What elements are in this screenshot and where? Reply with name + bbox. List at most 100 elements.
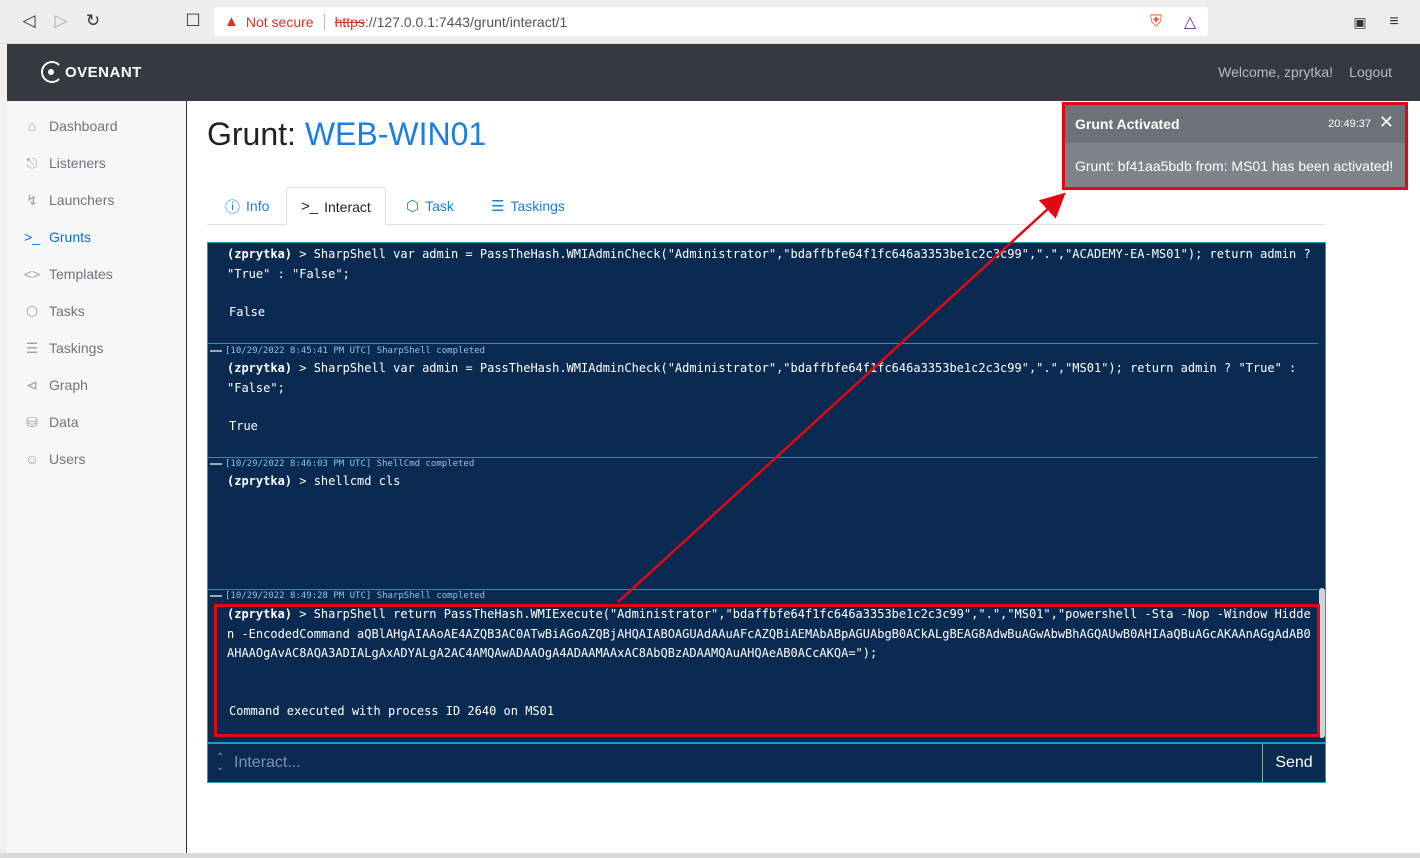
- address-bar[interactable]: ▲ Not secure https ://127.0.0.1:7443/gru…: [214, 7, 1208, 36]
- sidebar-item-label: Data: [49, 414, 79, 430]
- browser-toolbar: ◁ ▷ ↻ ☐ ▲ Not secure https ://127.0.0.1:…: [0, 0, 1420, 44]
- url-path: ://127.0.0.1:7443/grunt/interact/1: [364, 13, 568, 30]
- sidebar-item-label: Graph: [49, 377, 88, 393]
- users-icon: ☺: [24, 451, 40, 467]
- headphones-icon: ⎋: [26, 154, 38, 171]
- tab-task[interactable]: ⬡ Task: [392, 187, 468, 225]
- menu-icon[interactable]: ≡: [1384, 12, 1404, 32]
- bolt-icon: ↯: [26, 191, 38, 208]
- bookmark-icon[interactable]: ☐: [182, 10, 204, 32]
- grunt-name: WEB-WIN01: [304, 116, 487, 152]
- welcome-text: Welcome, zprytka!: [1218, 64, 1333, 80]
- tab-taskings[interactable]: ☰ Taskings: [477, 187, 579, 225]
- terminal-entry: [10/29/2022 8:45:41 PM UTC] SharpShell c…: [208, 344, 1318, 458]
- interact-bar: ⌃⌄ Send: [207, 743, 1326, 783]
- sidebar-item-tasks[interactable]: ⬡ Tasks: [23, 300, 85, 322]
- back-icon[interactable]: ◁: [18, 10, 40, 32]
- entry-header-text: [10/29/2022 8:49:28 PM UTC] SharpShell c…: [225, 591, 486, 601]
- send-button[interactable]: Send: [1262, 744, 1325, 782]
- box-icon: ⬡: [25, 302, 39, 319]
- grunt-activated-toast: Grunt Activated 20:49:37 ✕ Grunt: bf41aa…: [1062, 102, 1408, 190]
- terminal-entry: [10/29/2022 8:49:28 PM UTC] SharpShell c…: [208, 590, 1318, 742]
- sidebar-item-taskings[interactable]: ☰ Taskings: [23, 337, 104, 359]
- sidebar-item-graph[interactable]: ⊲ Graph: [23, 374, 88, 396]
- tab-label: Task: [425, 198, 454, 214]
- logo-icon: [41, 61, 63, 83]
- sidebar-item-label: Templates: [49, 266, 113, 282]
- layers-icon: ☰: [25, 339, 39, 356]
- command-text: > SharpShell return PassTheHash.WMIExecu…: [227, 607, 1311, 660]
- toast-title: Grunt Activated: [1075, 116, 1180, 132]
- wallet-icon[interactable]: ▣: [1350, 12, 1370, 32]
- sidebar-item-label: Grunts: [49, 229, 92, 245]
- app-header: OVENANT Welcome, zprytka! Logout: [7, 44, 1420, 101]
- sidebar-item-grunts[interactable]: >_ Grunts: [23, 226, 91, 248]
- tab-label: Interact: [324, 198, 371, 215]
- window-bottom-edge: [0, 853, 1420, 858]
- sidebar-item-dashboard[interactable]: ⌂ Dashboard: [23, 115, 118, 137]
- tab-label: Taskings: [510, 198, 565, 214]
- command-output: False: [229, 305, 266, 319]
- toast-message: Grunt: bf41aa5bdb from: MS01 has been ac…: [1075, 158, 1394, 174]
- info-icon: ⓘ: [225, 198, 241, 216]
- command-output: True: [229, 419, 258, 433]
- layers-icon: ☰: [491, 198, 505, 215]
- entry-header[interactable]: [10/29/2022 8:45:41 PM UTC] SharpShell c…: [210, 346, 485, 356]
- terminal-entry: [10/29/2022 8:46:03 PM UTC] ShellCmd com…: [208, 458, 1318, 590]
- sidebar-item-listeners[interactable]: ⎋ Listeners: [23, 152, 105, 174]
- warning-icon: ▲: [224, 13, 239, 30]
- close-icon[interactable]: ✕: [1379, 112, 1394, 133]
- database-icon: ⛁: [26, 413, 38, 430]
- url-scheme: https: [334, 13, 365, 30]
- reload-icon[interactable]: ↻: [82, 10, 104, 32]
- sidebar: ⌂ Dashboard ⎋ Listeners ↯ Launchers >_ G…: [7, 101, 187, 853]
- logout-link[interactable]: Logout: [1349, 64, 1392, 80]
- logo-text: OVENANT: [65, 63, 142, 81]
- cube-icon: ⬡: [406, 198, 420, 215]
- collapse-icon[interactable]: [210, 594, 222, 597]
- command-text: > shellcmd cls: [292, 474, 401, 488]
- entry-header-text: [10/29/2022 8:45:41 PM UTC] SharpShell c…: [225, 346, 486, 356]
- toast-header: Grunt Activated 20:49:37 ✕: [1065, 105, 1405, 143]
- collapse-icon[interactable]: [210, 349, 222, 352]
- security-label: Not secure: [245, 13, 314, 30]
- entry-header[interactable]: [10/29/2022 8:49:28 PM UTC] SharpShell c…: [210, 591, 485, 601]
- terminal-icon: >_: [24, 229, 40, 245]
- tab-info[interactable]: ⓘ Info: [211, 187, 283, 225]
- page-title: Grunt: WEB-WIN01: [207, 116, 486, 153]
- sidebar-item-launchers[interactable]: ↯ Launchers: [23, 189, 114, 211]
- brave-shield-icon[interactable]: ⛨: [1146, 12, 1166, 32]
- sidebar-item-templates[interactable]: <> Templates: [23, 263, 113, 285]
- share-icon: ⊲: [26, 376, 38, 393]
- brave-rewards-icon[interactable]: △: [1180, 12, 1200, 32]
- sidebar-item-data[interactable]: ⛁ Data: [23, 411, 79, 433]
- covenant-logo[interactable]: OVENANT: [41, 61, 142, 83]
- command-user: (zprytka): [227, 474, 293, 488]
- history-stepper-icon[interactable]: ⌃ ⌄: [216, 753, 224, 773]
- terminal-output[interactable]: (zprytka) > SharpShell var admin = PassT…: [207, 242, 1326, 743]
- command-line: (zprytka) > shellcmd cls: [227, 472, 1315, 492]
- entry-header-text: [10/29/2022 8:46:03 PM UTC] ShellCmd com…: [225, 459, 475, 469]
- tab-label: Info: [246, 198, 270, 214]
- window-edge: [0, 44, 7, 858]
- forward-icon[interactable]: ▷: [50, 10, 72, 32]
- interact-input[interactable]: [234, 749, 1254, 777]
- sidebar-item-label: Dashboard: [49, 118, 118, 134]
- home-icon: ⌂: [27, 118, 37, 134]
- tab-interact[interactable]: >_ Interact: [286, 187, 386, 226]
- command-user: (zprytka): [227, 361, 293, 375]
- command-text: > SharpShell var admin = PassTheHash.WMI…: [227, 361, 1304, 395]
- command-user: (zprytka): [227, 607, 293, 621]
- scrollbar[interactable]: [1319, 588, 1325, 738]
- terminal-entry: (zprytka) > SharpShell var admin = PassT…: [208, 243, 1318, 344]
- sidebar-item-label: Tasks: [49, 303, 85, 319]
- tab-bar: ⓘ Info >_ Interact ⬡ Task ☰ Taskings: [207, 187, 1325, 226]
- sidebar-item-users[interactable]: ☺ Users: [23, 448, 86, 470]
- divider: [323, 13, 325, 30]
- entry-header[interactable]: [10/29/2022 8:46:03 PM UTC] ShellCmd com…: [210, 459, 474, 469]
- page-title-prefix: Grunt:: [207, 116, 305, 152]
- command-line: (zprytka) > SharpShell var admin = PassT…: [227, 245, 1315, 284]
- command-line: (zprytka) > SharpShell return PassTheHas…: [227, 605, 1315, 664]
- code-icon: <>: [23, 266, 41, 282]
- collapse-icon[interactable]: [210, 462, 222, 465]
